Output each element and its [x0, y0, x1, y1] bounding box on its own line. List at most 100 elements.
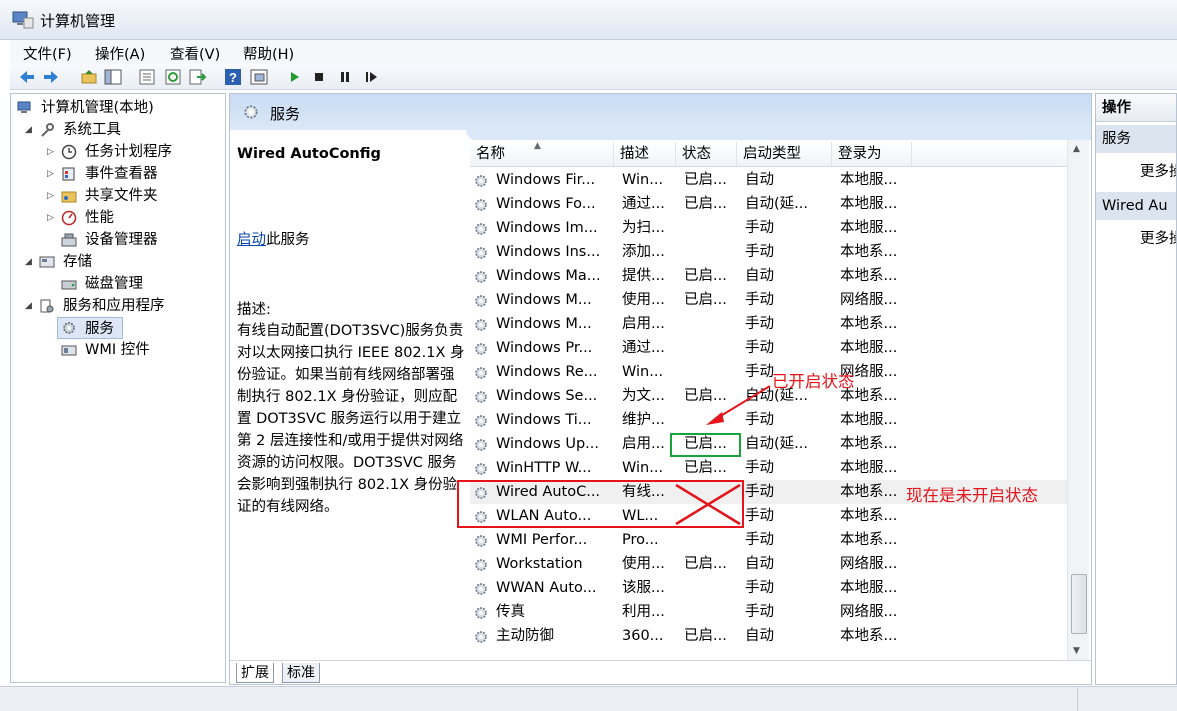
service-row[interactable]: Windows Fo... 通过... 已启... 自动(延... 本地服...: [470, 192, 1067, 216]
play-icon[interactable]: [286, 68, 304, 86]
service-row[interactable]: WWAN Auto... 该服... 手动 本地服...: [470, 576, 1067, 600]
service-name: WLAN Auto...: [496, 508, 592, 524]
expand-icon[interactable]: ▷: [47, 185, 54, 207]
service-desc: 维护...: [622, 412, 665, 428]
scroll-thumb[interactable]: [1071, 574, 1087, 634]
service-gear-icon: [475, 271, 487, 283]
service-row[interactable]: Windows M... 启用... 手动 本地系...: [470, 312, 1067, 336]
column-logon[interactable]: 登录为: [832, 142, 912, 166]
service-row[interactable]: 传真 利用... 手动 网络服...: [470, 600, 1067, 624]
service-status: 已启...: [684, 460, 727, 476]
service-row[interactable]: Workstation 使用... 已启... 自动 网络服...: [470, 552, 1067, 576]
expand-icon[interactable]: ▷: [47, 141, 54, 163]
scroll-down-icon[interactable]: ▼: [1073, 646, 1080, 656]
pause-icon[interactable]: [336, 68, 354, 86]
menu-file[interactable]: 文件(F): [23, 43, 72, 64]
disk-icon: [61, 280, 77, 290]
service-logon: 本地服...: [840, 460, 898, 476]
service-name: Windows Fir...: [496, 172, 596, 188]
back-icon[interactable]: [18, 68, 36, 86]
tree-services[interactable]: 服务: [57, 317, 123, 339]
export-icon[interactable]: [138, 68, 156, 86]
clock-icon: [61, 144, 77, 160]
collapse-icon[interactable]: ◢: [25, 251, 32, 273]
service-row[interactable]: Windows Se... 为文... 已启... 自动(延... 本地系...: [470, 384, 1067, 408]
service-row[interactable]: Windows Up... 启用... 已启... 自动(延... 本地系...: [470, 432, 1067, 456]
properties-icon[interactable]: [250, 68, 268, 86]
menu-action[interactable]: 操作(A): [95, 43, 145, 64]
service-row[interactable]: WMI Perfor... Pro... 手动 本地系...: [470, 528, 1067, 552]
scroll-up-icon[interactable]: ▲: [1073, 144, 1080, 154]
tab-standard[interactable]: 标准: [282, 663, 320, 683]
service-desc: 为文...: [622, 388, 665, 404]
service-gear-icon: [475, 247, 487, 259]
service-startup: 自动(延...: [745, 196, 808, 212]
service-row[interactable]: Windows Ma... 提供... 已启... 自动 本地系...: [470, 264, 1067, 288]
menu-bar: 文件(F) 操作(A) 查看(V) 帮助(H): [10, 40, 1177, 64]
service-startup: 自动: [745, 628, 774, 644]
service-name: Windows Pr...: [496, 340, 593, 356]
service-desc: 启用...: [622, 436, 665, 452]
service-status: 已启...: [684, 268, 727, 284]
service-row[interactable]: Windows Ins... 添加... 手动 本地系...: [470, 240, 1067, 264]
column-status[interactable]: 状态: [676, 142, 737, 166]
service-logon: 本地系...: [840, 628, 898, 644]
tab-extended[interactable]: 扩展: [236, 663, 274, 683]
up-folder-icon[interactable]: [80, 68, 98, 86]
service-startup: 自动: [745, 556, 774, 572]
service-row[interactable]: Windows Re... Win... 手动 网络服...: [470, 360, 1067, 384]
resume-icon[interactable]: [362, 68, 380, 86]
vertical-scrollbar[interactable]: ▲ ▼: [1067, 140, 1089, 660]
start-service-suffix: 此服务: [266, 232, 310, 248]
actions-pane: 操作 服务 更多操 Wired Au 更多操: [1095, 93, 1177, 685]
start-service-link[interactable]: 启动: [237, 232, 266, 248]
service-name: Windows Se...: [496, 388, 598, 404]
description-label: 描述:: [237, 302, 271, 318]
service-status: 已启...: [684, 172, 727, 188]
service-desc: 提供...: [622, 268, 665, 284]
expand-icon[interactable]: ▷: [47, 163, 54, 185]
service-name: Windows Ma...: [496, 268, 601, 284]
service-desc: 使用...: [622, 556, 665, 572]
export-list-icon[interactable]: [188, 68, 206, 86]
service-row[interactable]: Windows Fir... Win... 已启... 自动 本地服...: [470, 168, 1067, 192]
service-row[interactable]: WinHTTP W... Win... 已启... 手动 本地服...: [470, 456, 1067, 480]
column-startup-type[interactable]: 启动类型: [737, 142, 832, 166]
service-row[interactable]: Windows Pr... 通过... 手动 本地服...: [470, 336, 1067, 360]
service-status: 已启...: [684, 436, 727, 452]
service-row[interactable]: 主动防御 360... 已启... 自动 本地系...: [470, 624, 1067, 648]
actions-group-wired[interactable]: Wired Au: [1096, 192, 1176, 220]
refresh-icon[interactable]: [164, 68, 182, 86]
menu-view[interactable]: 查看(V): [170, 43, 220, 64]
service-logon: 本地服...: [840, 340, 898, 356]
service-logon: 网络服...: [840, 556, 898, 572]
more-actions-2[interactable]: 更多操: [1140, 227, 1176, 248]
service-name: WinHTTP W...: [496, 460, 592, 476]
service-row[interactable]: WLAN Auto... WL... 手动 本地系...: [470, 504, 1067, 528]
service-desc: 启用...: [622, 316, 665, 332]
service-status: 已启...: [684, 556, 727, 572]
more-actions-1[interactable]: 更多操: [1140, 160, 1176, 181]
help-icon[interactable]: ?: [224, 68, 242, 86]
service-row[interactable]: Windows Im... 为扫... 手动 本地服...: [470, 216, 1067, 240]
stop-icon[interactable]: [310, 68, 328, 86]
service-row[interactable]: Windows Ti... 维护... 手动 本地服...: [470, 408, 1067, 432]
service-logon: 本地服...: [840, 580, 898, 596]
service-desc: 使用...: [622, 292, 665, 308]
service-desc: 有线...: [622, 484, 665, 500]
column-description[interactable]: 描述: [614, 142, 676, 166]
column-name[interactable]: 名称 ▲: [470, 141, 614, 166]
show-tree-icon[interactable]: [104, 68, 122, 86]
service-desc: WL...: [622, 508, 659, 524]
collapse-icon[interactable]: ◢: [25, 295, 32, 317]
forward-icon[interactable]: [42, 68, 60, 86]
computer-management-icon: [12, 11, 34, 29]
expand-icon[interactable]: ▷: [47, 207, 54, 229]
collapse-icon[interactable]: ◢: [25, 119, 32, 141]
service-logon: 本地系...: [840, 508, 898, 524]
actions-group-services[interactable]: 服务: [1096, 125, 1176, 153]
status-bar: [0, 686, 1177, 711]
menu-help[interactable]: 帮助(H): [243, 43, 294, 64]
service-row[interactable]: Windows M... 使用... 已启... 手动 网络服...: [470, 288, 1067, 312]
service-desc: 添加...: [622, 244, 665, 260]
